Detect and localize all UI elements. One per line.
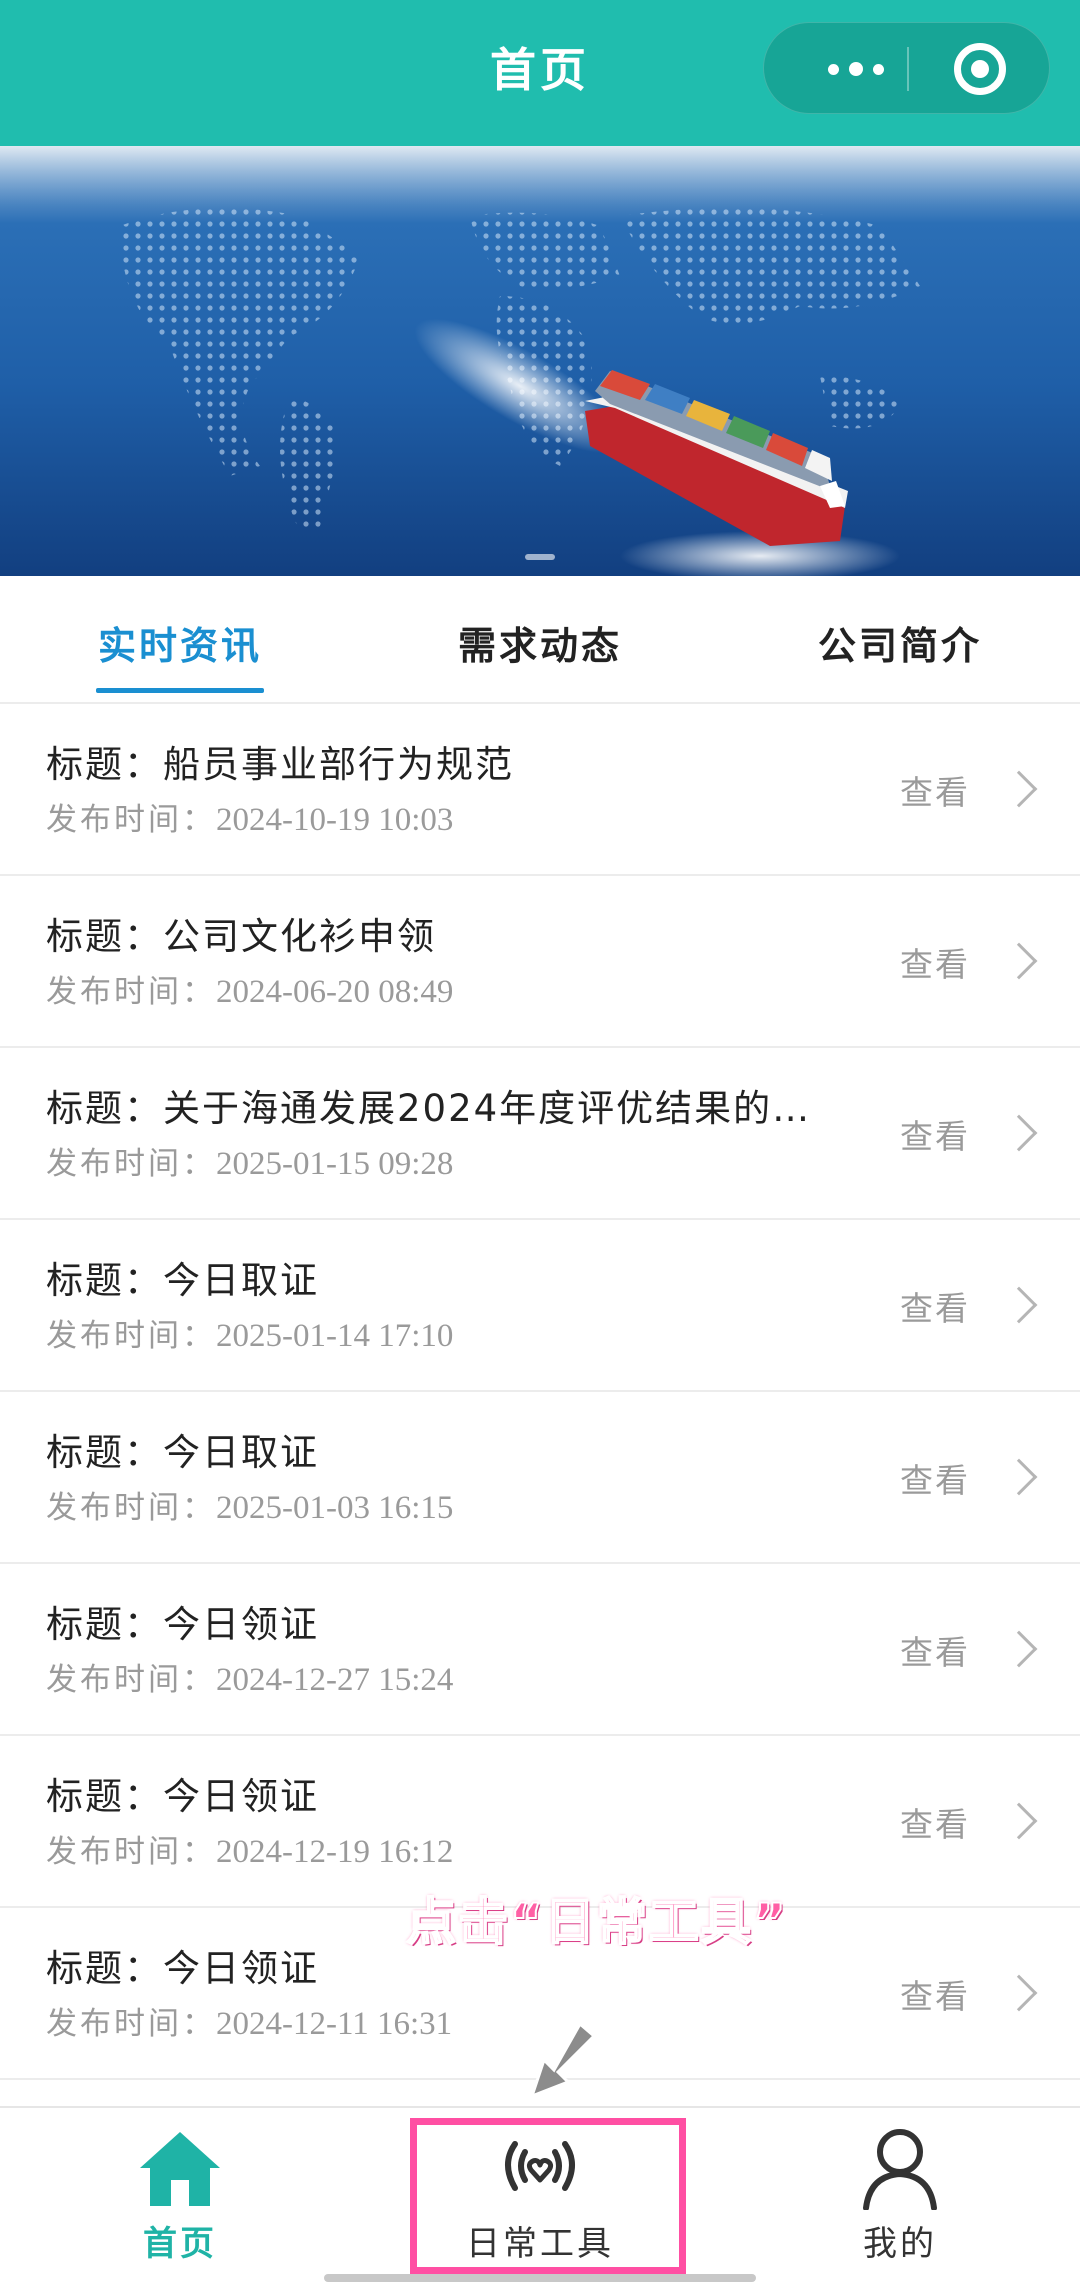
tab-realtime-news[interactable]: 实时资讯	[60, 576, 300, 704]
news-time: 发布时间：2024-12-19 16:12	[46, 1834, 454, 1870]
view-link[interactable]: 查看	[900, 1970, 970, 2018]
view-link[interactable]: 查看	[900, 1454, 970, 1502]
news-tabs: 实时资讯 需求动态 公司简介	[0, 576, 1080, 704]
list-item[interactable]: 标题：关于海通发展2024年度评优结果的… 发布时间：2025-01-15 09…	[0, 1048, 1080, 1220]
chevron-right-icon	[1000, 1630, 1038, 1668]
nav-home-label: 首页	[143, 2224, 217, 2264]
pointer-arrow-icon	[529, 2021, 597, 2099]
home-icon	[140, 2132, 220, 2206]
list-item[interactable]: 标题：今日取证 发布时间：2025-01-03 16:15 查看	[0, 1392, 1080, 1564]
nav-mine[interactable]: 我的	[810, 2108, 990, 2286]
news-title: 标题：今日取证	[46, 1431, 319, 1474]
news-time: 发布时间：2024-12-27 15:24	[46, 1662, 454, 1698]
view-link[interactable]: 查看	[900, 1282, 970, 1330]
chevron-right-icon	[1000, 770, 1038, 808]
news-title: 标题：关于海通发展2024年度评优结果的…	[46, 1087, 812, 1130]
chevron-right-icon	[1000, 942, 1038, 980]
list-item[interactable]: 标题：公司文化衫申领 发布时间：2024-06-20 08:49 查看	[0, 876, 1080, 1048]
news-title: 标题：公司文化衫申领	[46, 915, 436, 958]
mini-program-capsule	[763, 22, 1050, 114]
capsule-divider	[907, 47, 909, 91]
news-time: 发布时间：2024-10-19 10:03	[46, 802, 454, 838]
tab-company-profile[interactable]: 公司简介	[780, 576, 1020, 704]
list-item[interactable]: 标题：船员事业部行为规范 发布时间：2024-10-19 10:03 查看	[0, 704, 1080, 876]
tab-demand-updates[interactable]: 需求动态	[420, 576, 660, 704]
news-title: 标题：今日领证	[46, 1603, 319, 1646]
chevron-right-icon	[1000, 1974, 1038, 2012]
news-list: 标题：船员事业部行为规范 发布时间：2024-10-19 10:03 查看 标题…	[0, 704, 1080, 2080]
view-link[interactable]: 查看	[900, 766, 970, 814]
target-close-icon[interactable]	[954, 43, 1006, 95]
news-time: 发布时间：2024-12-11 16:31	[46, 2006, 453, 2042]
chevron-right-icon	[1000, 1802, 1038, 1840]
tutorial-annotation: 点击“日常工具”	[405, 1892, 788, 1952]
list-item[interactable]: 标题：今日领证 发布时间：2024-12-27 15:24 查看	[0, 1564, 1080, 1736]
tutorial-highlight-box	[410, 2118, 686, 2274]
banner-image[interactable]	[0, 146, 1080, 576]
chevron-right-icon	[1000, 1286, 1038, 1324]
chevron-right-icon	[1000, 1458, 1038, 1496]
active-tab-indicator	[96, 688, 264, 693]
more-dots-icon[interactable]	[806, 23, 906, 115]
news-title: 标题：船员事业部行为规范	[46, 743, 514, 786]
cargo-ship-banner-graphic	[0, 146, 1080, 576]
news-time: 发布时间：2025-01-03 16:15	[46, 1490, 454, 1526]
list-item[interactable]: 标题：今日取证 发布时间：2025-01-14 17:10 查看	[0, 1220, 1080, 1392]
chevron-right-icon	[1000, 1114, 1038, 1152]
view-link[interactable]: 查看	[900, 1798, 970, 1846]
news-title: 标题：今日领证	[46, 1775, 319, 1818]
view-link[interactable]: 查看	[900, 938, 970, 986]
news-time: 发布时间：2025-01-14 17:10	[46, 1318, 454, 1354]
news-time: 发布时间：2025-01-15 09:28	[46, 1146, 454, 1182]
nav-mine-label: 我的	[863, 2224, 937, 2264]
news-title: 标题：今日取证	[46, 1259, 319, 1302]
user-icon	[863, 2129, 937, 2210]
home-indicator[interactable]	[324, 2274, 756, 2282]
top-bar: 首页	[0, 0, 1080, 146]
nav-home[interactable]: 首页	[90, 2108, 270, 2286]
view-link[interactable]: 查看	[900, 1626, 970, 1674]
view-link[interactable]: 查看	[900, 1110, 970, 1158]
news-time: 发布时间：2024-06-20 08:49	[46, 974, 454, 1010]
